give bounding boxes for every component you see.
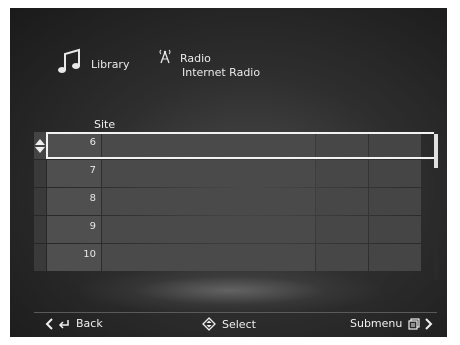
submenu-button[interactable]: Submenu [350, 317, 434, 330]
scrollbar[interactable] [434, 132, 438, 280]
antenna-icon [158, 48, 172, 68]
breadcrumb-library[interactable]: Library [55, 46, 129, 82]
row-number: 8 [47, 188, 101, 215]
up-down-arrows-icon [34, 138, 46, 154]
row-number: 10 [47, 244, 101, 271]
select-label: Select [222, 317, 256, 331]
column-header-site: Site [94, 118, 116, 131]
list-item[interactable]: 10 [34, 244, 434, 271]
select-diamond-icon [202, 317, 216, 331]
footer-divider [34, 312, 437, 313]
breadcrumb-library-label: Library [91, 57, 130, 71]
breadcrumb-radio-label: Radio [180, 51, 211, 65]
row-number: 7 [47, 160, 101, 187]
screen: Library Radio Internet Radio Site 6 7 8 … [10, 8, 447, 337]
list-item[interactable]: 9 [34, 216, 434, 243]
list-item[interactable]: 8 [34, 188, 434, 215]
submenu-icon [408, 317, 420, 330]
chevron-right-icon [424, 317, 434, 330]
row-number: 9 [47, 216, 101, 243]
submenu-label: Submenu [350, 317, 403, 330]
list-item[interactable]: 7 [34, 160, 434, 187]
chevron-left-icon [44, 317, 54, 330]
select-button[interactable]: Select [202, 317, 256, 331]
selection-highlight [46, 132, 438, 159]
breadcrumb-radio[interactable]: Radio [158, 48, 211, 68]
scrollbar-thumb[interactable] [434, 134, 438, 168]
back-label: Back [76, 317, 103, 330]
breadcrumb-internet-radio: Internet Radio [182, 66, 261, 79]
return-arrow-icon [58, 318, 70, 330]
background-glow [80, 268, 380, 313]
back-button[interactable]: Back [44, 317, 103, 330]
music-note-icon [55, 46, 87, 82]
